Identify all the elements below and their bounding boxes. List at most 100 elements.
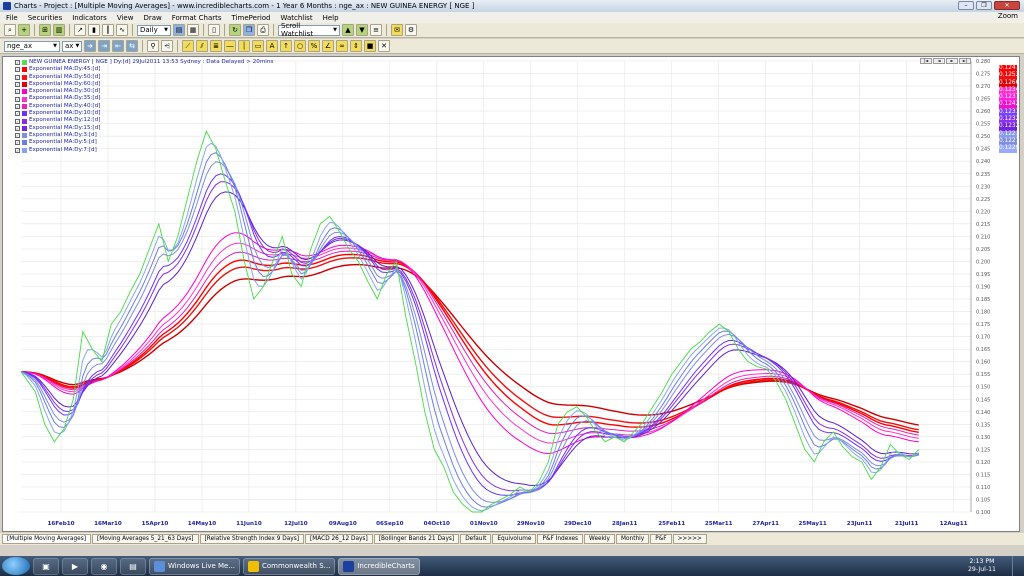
legend-item[interactable]: ✓ Exponential MA:Dy:30:[d] xyxy=(15,88,273,95)
legend-checkbox[interactable]: ✓ xyxy=(15,103,20,109)
zoom-in-icon[interactable]: + xyxy=(18,24,30,36)
legend-checkbox[interactable]: ✓ xyxy=(15,89,20,95)
tab-more[interactable]: >>>>> xyxy=(672,534,707,544)
previous-security-icon[interactable]: ⇤ xyxy=(112,40,124,52)
explorer-icon[interactable]: ▣ xyxy=(33,557,59,575)
legend-checkbox[interactable]: ✓ xyxy=(15,96,20,102)
toggle-icon[interactable]: ⇆ xyxy=(126,40,138,52)
task-incrediblecharts[interactable]: IncredibleCharts xyxy=(338,557,420,575)
cycle-tool-icon[interactable]: ∞ xyxy=(336,40,348,52)
scroll-up-icon[interactable]: ▲ xyxy=(342,24,354,36)
legend-checkbox[interactable]: ✓ xyxy=(15,74,20,80)
legend-item[interactable]: ✓ Exponential MA:Dy:12:[d] xyxy=(15,117,273,124)
folder-icon[interactable]: ▤ xyxy=(120,557,146,575)
show-desktop-button[interactable] xyxy=(1012,556,1024,576)
minimize-button[interactable]: – xyxy=(958,1,974,10)
legend-item[interactable]: ✓ Exponential MA:Dy:3:[d] xyxy=(15,132,273,139)
print-icon[interactable]: ⎙ xyxy=(257,24,269,36)
system-clock[interactable]: 2:13 PM 29-Jul-11 xyxy=(968,556,996,576)
start-button[interactable] xyxy=(2,557,30,575)
tab-multiple-moving-averages[interactable]: [Multiple Moving Averages] xyxy=(2,534,92,544)
symbol-input[interactable]: nge_ax ▼ xyxy=(4,40,60,52)
menu-securities[interactable]: Securities xyxy=(28,14,63,22)
legend-checkbox[interactable]: ✓ xyxy=(15,147,20,153)
legend-item[interactable]: ✓ Exponential MA:Dy:35:[d] xyxy=(15,95,273,102)
watchlist-select[interactable]: Scroll Watchlist ▼ xyxy=(278,22,340,38)
legend-item[interactable]: ✓ Exponential MA:Dy:60:[d] xyxy=(15,81,273,88)
text-tool-icon[interactable]: A xyxy=(266,40,278,52)
menu-indicators[interactable]: Indicators xyxy=(72,14,107,22)
task-commonwealth[interactable]: Commonwealth S... xyxy=(243,557,336,575)
tab-equivolume[interactable]: Equivolume xyxy=(492,534,537,544)
vertical-line-icon[interactable]: │ xyxy=(238,40,250,52)
zoom-button[interactable]: Zoom xyxy=(998,12,1018,20)
menu-watchlist[interactable]: Watchlist xyxy=(281,14,313,22)
tab-macd[interactable]: [MACD 26_12 Days] xyxy=(305,534,373,544)
tab-default[interactable]: Default xyxy=(460,534,492,544)
close-button[interactable]: ✕ xyxy=(994,1,1020,10)
line-chart-icon[interactable]: ↗ xyxy=(74,24,86,36)
next-security-icon[interactable]: ⇥ xyxy=(98,40,110,52)
legend-checkbox[interactable]: ✓ xyxy=(15,67,20,73)
menu-format-charts[interactable]: Format Charts xyxy=(172,14,222,22)
tab-monthly[interactable]: Monthly xyxy=(615,534,650,544)
period-select[interactable]: Daily ▼ xyxy=(137,24,171,36)
measure-tool-icon[interactable]: ⇕ xyxy=(350,40,362,52)
settings-icon[interactable]: ⚙ xyxy=(405,24,417,36)
timeframe-icon[interactable]: ▤ xyxy=(173,24,185,36)
legend-item[interactable]: ✓ Exponential MA:Dy:7:[d] xyxy=(15,147,273,154)
menu-help[interactable]: Help xyxy=(323,14,339,22)
previous-page-button[interactable]: ◄ xyxy=(933,58,945,64)
legend-item[interactable]: ✓ Exponential MA:Dy:40:[d] xyxy=(15,103,273,110)
circle-tool-icon[interactable]: ○ xyxy=(294,40,306,52)
indicator-icon[interactable]: ∿ xyxy=(116,24,128,36)
chart-panel[interactable]: 0.280 0.275 0.270 0.265 0.260 0.255 0.250 0.245… xyxy=(2,56,1020,532)
horizontal-line-icon[interactable]: ― xyxy=(224,40,236,52)
arrow-tool-icon[interactable]: ↑ xyxy=(280,40,292,52)
legend-item[interactable]: ✓ Exponential MA:Dy:5:[d] xyxy=(15,139,273,146)
menu-file[interactable]: File xyxy=(6,14,18,22)
binoculars-icon[interactable]: ⚲ xyxy=(147,40,159,52)
mail-icon[interactable]: ✉ xyxy=(391,24,403,36)
tab-moving-averages-5-21-63[interactable]: [Moving Averages 5_21_63 Days] xyxy=(92,534,199,544)
last-page-button[interactable]: ►| xyxy=(959,58,971,64)
legend-item[interactable]: ✓ Exponential MA:Dy:10:[d] xyxy=(15,110,273,117)
legend-item[interactable]: ✓ Exponential MA:Dy:15:[d] xyxy=(15,125,273,132)
tab-pf[interactable]: P&F xyxy=(650,534,672,544)
task-windows-live-messenger[interactable]: Windows Live Me... xyxy=(149,557,241,575)
delete-drawing-icon[interactable]: ✕ xyxy=(378,40,390,52)
next-page-button[interactable]: ► xyxy=(946,58,958,64)
exchange-select[interactable]: ax ▼ xyxy=(62,40,82,52)
channel-icon[interactable]: ▭ xyxy=(252,40,264,52)
legend-checkbox[interactable]: ✓ xyxy=(15,118,20,124)
chart-layout-icon[interactable]: ▥ xyxy=(53,24,65,36)
scroll-down-icon[interactable]: ▼ xyxy=(356,24,368,36)
list-icon[interactable]: ≡ xyxy=(370,24,382,36)
legend-checkbox[interactable]: ✓ xyxy=(15,125,20,131)
legend-checkbox[interactable]: ✓ xyxy=(15,82,20,88)
legend-checkbox[interactable]: ✓ xyxy=(15,140,20,146)
copy-icon[interactable]: ❐ xyxy=(243,24,255,36)
add-chart-icon[interactable]: ⊞ xyxy=(39,24,51,36)
first-page-button[interactable]: |◄ xyxy=(920,58,932,64)
menu-timeperiod[interactable]: TimePeriod xyxy=(232,14,271,22)
parallel-lines-icon[interactable]: ⫽ xyxy=(196,40,208,52)
bar-chart-icon[interactable]: ▮ xyxy=(88,24,100,36)
media-player-icon[interactable]: ▶ xyxy=(62,557,88,575)
candle-chart-icon[interactable]: ┃ xyxy=(102,24,114,36)
calendar-icon[interactable]: ▦ xyxy=(187,24,199,36)
gann-tool-icon[interactable]: ∠ xyxy=(322,40,334,52)
fibonacci-icon[interactable]: ≣ xyxy=(210,40,222,52)
tab-weekly[interactable]: Weekly xyxy=(584,534,615,544)
menu-draw[interactable]: Draw xyxy=(143,14,161,22)
legend-item[interactable]: ✓ Exponential MA:Dy:50:[d] xyxy=(15,74,273,81)
firefox-icon[interactable]: ◉ xyxy=(91,557,117,575)
legend-checkbox[interactable]: ✓ xyxy=(15,133,20,139)
menu-view[interactable]: View xyxy=(117,14,134,22)
tab-bollinger-bands[interactable]: [Bollinger Bands 21 Days] xyxy=(373,534,460,544)
filter-icon[interactable]: ⩤ xyxy=(161,40,173,52)
refresh-icon[interactable]: ↻ xyxy=(229,24,241,36)
maximize-button[interactable]: ❐ xyxy=(976,1,992,10)
percent-tool-icon[interactable]: % xyxy=(308,40,320,52)
tab-pf-indexes[interactable]: P&F Indexes xyxy=(537,534,584,544)
